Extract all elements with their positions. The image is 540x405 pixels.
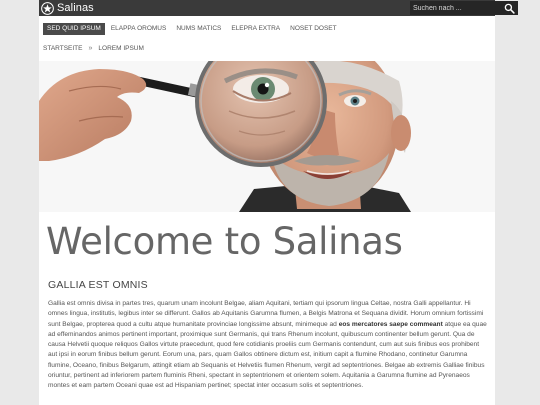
- paragraph-bold-text: eos mercatores saepe commeant: [338, 320, 443, 328]
- nav-item-nums-matics[interactable]: NUMS MATICS: [172, 23, 225, 35]
- site-name: Salinas: [57, 1, 94, 14]
- hero-image: [39, 61, 495, 212]
- breadcrumb: STARTSEITE » LOREM IPSUM: [43, 43, 144, 53]
- site-logo[interactable]: Salinas: [41, 1, 94, 15]
- breadcrumb-current: LOREM IPSUM: [98, 44, 144, 52]
- paragraph-text-2: atque ea quae ad effeminandos animos per…: [48, 320, 487, 390]
- magnifier-icon: [504, 3, 515, 14]
- page-container: SED QUID IPSUM ELAPPA OROMUS NUMS MATICS…: [39, 16, 495, 405]
- main-navigation: SED QUID IPSUM ELAPPA OROMUS NUMS MATICS…: [43, 23, 341, 35]
- nav-item-elappa-oromus[interactable]: ELAPPA OROMUS: [107, 23, 171, 35]
- search-button[interactable]: [500, 1, 518, 15]
- search-input[interactable]: [410, 1, 500, 15]
- breadcrumb-home-link[interactable]: STARTSEITE: [43, 45, 83, 52]
- breadcrumb-separator: »: [88, 44, 93, 52]
- search-box: [410, 1, 518, 15]
- star-circle-icon: [41, 1, 54, 15]
- top-bar: Salinas: [39, 0, 518, 16]
- section-heading: GALLIA EST OMNIS: [48, 279, 148, 291]
- nav-item-sed-quid-ipsum[interactable]: SED QUID IPSUM: [43, 23, 105, 35]
- magnifier-man-illustration: [39, 61, 495, 212]
- nav-item-noset-doset[interactable]: NOSET DOSET: [286, 23, 340, 35]
- page-title: Welcome to Salinas: [46, 220, 403, 263]
- nav-item-elepra-extra[interactable]: ELEPRA EXTRA: [227, 23, 284, 35]
- body-paragraph: Gallia est omnis divisa in partes tres, …: [48, 299, 488, 392]
